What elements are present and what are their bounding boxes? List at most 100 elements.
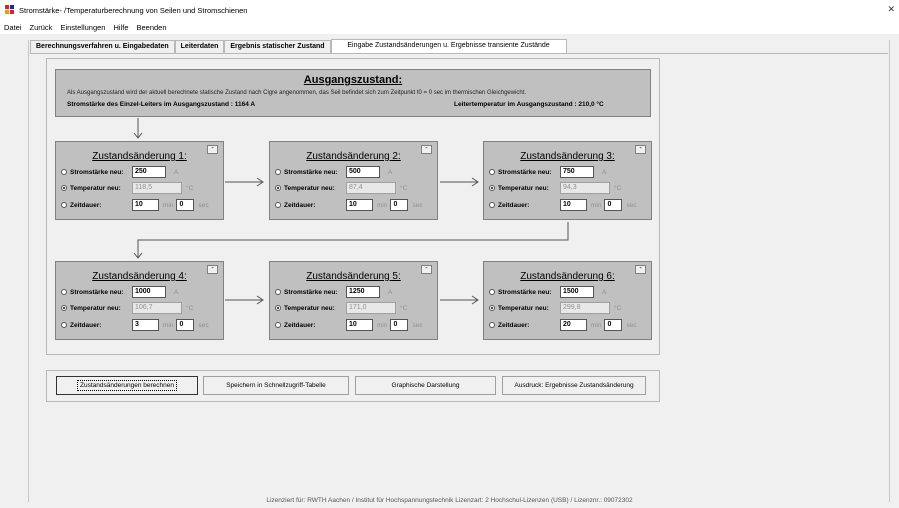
current-label: Stromstärke neu: <box>498 168 552 176</box>
temperature-radio[interactable] <box>61 185 67 191</box>
app-icon <box>5 5 15 15</box>
close-icon[interactable]: ✕ <box>887 4 895 15</box>
unit-label: min <box>163 321 174 329</box>
duration-radio[interactable] <box>275 202 281 208</box>
unit-label: sec <box>198 201 209 209</box>
unit-label: sec <box>198 321 209 329</box>
unit-label: °C <box>186 304 194 312</box>
unit-label: A <box>174 168 179 176</box>
unit-label: A <box>388 288 393 296</box>
unit-label: sec <box>626 321 637 329</box>
initial-current: Stromstärke des Einzel-Leiters im Ausgan… <box>67 101 256 108</box>
temperature-label: Temperatur neu: <box>284 184 335 192</box>
unit-label: A <box>388 168 393 176</box>
unit-label: min <box>377 321 388 329</box>
seconds-input[interactable]: 0 <box>390 319 409 331</box>
temperature-radio[interactable] <box>61 305 67 311</box>
menu-zurueck[interactable]: Zurück <box>26 23 57 32</box>
unit-label: °C <box>614 184 622 192</box>
minutes-input[interactable]: 10 <box>132 199 159 211</box>
title-bar: Stromstärke- /Temperaturberechnung von S… <box>0 0 899 20</box>
initial-description: Als Ausgangszustand wird der aktuell ber… <box>67 90 527 96</box>
license-status: Lizenziert für: RWTH Aachen / Institut f… <box>266 497 633 504</box>
minutes-input[interactable]: 10 <box>346 199 373 211</box>
temperature-output: 299,8 <box>560 302 610 314</box>
duration-label: Zeitdauer: <box>498 321 530 329</box>
graph-button[interactable]: Graphische Darstellung <box>355 376 496 395</box>
temperature-label: Temperatur neu: <box>70 184 121 192</box>
save-button[interactable]: Speichern in Schnellzugriff-Tabelle <box>203 376 349 395</box>
temperature-radio[interactable] <box>489 305 495 311</box>
duration-radio[interactable] <box>489 322 495 328</box>
temperature-radio[interactable] <box>275 185 281 191</box>
seconds-input[interactable]: 0 <box>176 319 195 331</box>
initial-heading: Ausgangszustand: <box>303 74 403 86</box>
unit-label: A <box>602 168 607 176</box>
tab-leiterdaten[interactable]: Leiterdaten <box>174 40 225 53</box>
unit-label: min <box>591 321 602 329</box>
menu-bar: Datei Zurück Einstellungen Hilfe Beenden <box>0 20 899 34</box>
state-title: Zustandsänderung 4: <box>92 271 187 282</box>
temperature-label: Temperatur neu: <box>284 304 335 312</box>
current-radio[interactable] <box>489 169 495 175</box>
duration-radio[interactable] <box>61 202 67 208</box>
current-label: Stromstärke neu: <box>70 288 124 296</box>
menu-beenden[interactable]: Beenden <box>133 23 171 32</box>
duration-radio[interactable] <box>61 322 67 328</box>
current-input[interactable]: 750 <box>560 166 594 178</box>
duration-radio[interactable] <box>275 322 281 328</box>
temperature-label: Temperatur neu: <box>70 304 121 312</box>
menu-datei[interactable]: Datei <box>0 23 26 32</box>
seconds-input[interactable]: 0 <box>604 319 623 331</box>
minutes-input[interactable]: 3 <box>132 319 159 331</box>
unit-label: A <box>174 288 179 296</box>
tab-berechnungsverfahren[interactable]: Berechnungsverfahren u. Eingabedaten <box>30 40 175 53</box>
current-radio[interactable] <box>61 169 67 175</box>
current-radio[interactable] <box>61 289 67 295</box>
minutes-input[interactable]: 20 <box>560 319 587 331</box>
unit-label: °C <box>186 184 194 192</box>
current-label: Stromstärke neu: <box>284 288 338 296</box>
current-radio[interactable] <box>275 289 281 295</box>
seconds-input[interactable]: 0 <box>390 199 409 211</box>
state-title: Zustandsänderung 3: <box>520 151 615 162</box>
initial-temperature: Leitertemperatur im Ausgangszustand : 21… <box>454 101 604 108</box>
menu-hilfe[interactable]: Hilfe <box>109 23 132 32</box>
seconds-input[interactable]: 0 <box>604 199 623 211</box>
tab-zustandsaenderungen[interactable]: Eingabe Zustandsänderungen u. Ergebnisse… <box>330 39 567 53</box>
current-input[interactable]: 1250 <box>346 286 380 298</box>
current-input[interactable]: 500 <box>346 166 380 178</box>
temperature-label: Temperatur neu: <box>498 184 549 192</box>
unit-label: min <box>377 201 388 209</box>
duration-radio[interactable] <box>489 202 495 208</box>
state-title: Zustandsänderung 1: <box>92 151 187 162</box>
state-panel-4: - Zustandsänderung 4: Stromstärke neu: 1… <box>55 261 224 340</box>
tab-ergebnis-statisch[interactable]: Ergebnis statischer Zustand <box>224 40 331 53</box>
current-input[interactable]: 1000 <box>132 286 166 298</box>
window-title: Stromstärke- /Temperaturberechnung von S… <box>19 5 248 15</box>
print-button[interactable]: Ausdruck: Ergebnisse Zustandsänderung <box>502 376 646 395</box>
unit-label: sec <box>626 201 637 209</box>
state-title: Zustandsänderung 5: <box>306 271 401 282</box>
calculate-button[interactable]: Zustandsänderungen berechnen <box>56 376 198 395</box>
duration-label: Zeitdauer: <box>284 321 316 329</box>
seconds-input[interactable]: 0 <box>176 199 195 211</box>
state-title: Zustandsänderung 6: <box>520 271 615 282</box>
temperature-radio[interactable] <box>275 305 281 311</box>
state-panel-2: - Zustandsänderung 2: Stromstärke neu: 5… <box>269 141 438 220</box>
current-radio[interactable] <box>489 289 495 295</box>
unit-label: °C <box>400 184 408 192</box>
duration-label: Zeitdauer: <box>70 321 102 329</box>
duration-label: Zeitdauer: <box>70 201 102 209</box>
state-panel-6: - Zustandsänderung 6: Stromstärke neu: 1… <box>483 261 652 340</box>
current-radio[interactable] <box>275 169 281 175</box>
temperature-output: 118,5 <box>132 182 182 194</box>
temperature-radio[interactable] <box>489 185 495 191</box>
minutes-input[interactable]: 10 <box>346 319 373 331</box>
current-input[interactable]: 1500 <box>560 286 594 298</box>
current-input[interactable]: 250 <box>132 166 166 178</box>
temperature-label: Temperatur neu: <box>498 304 549 312</box>
menu-einstellungen[interactable]: Einstellungen <box>56 23 109 32</box>
minutes-input[interactable]: 10 <box>560 199 587 211</box>
tab-strip: Berechnungsverfahren u. Eingabedaten Lei… <box>30 39 567 53</box>
